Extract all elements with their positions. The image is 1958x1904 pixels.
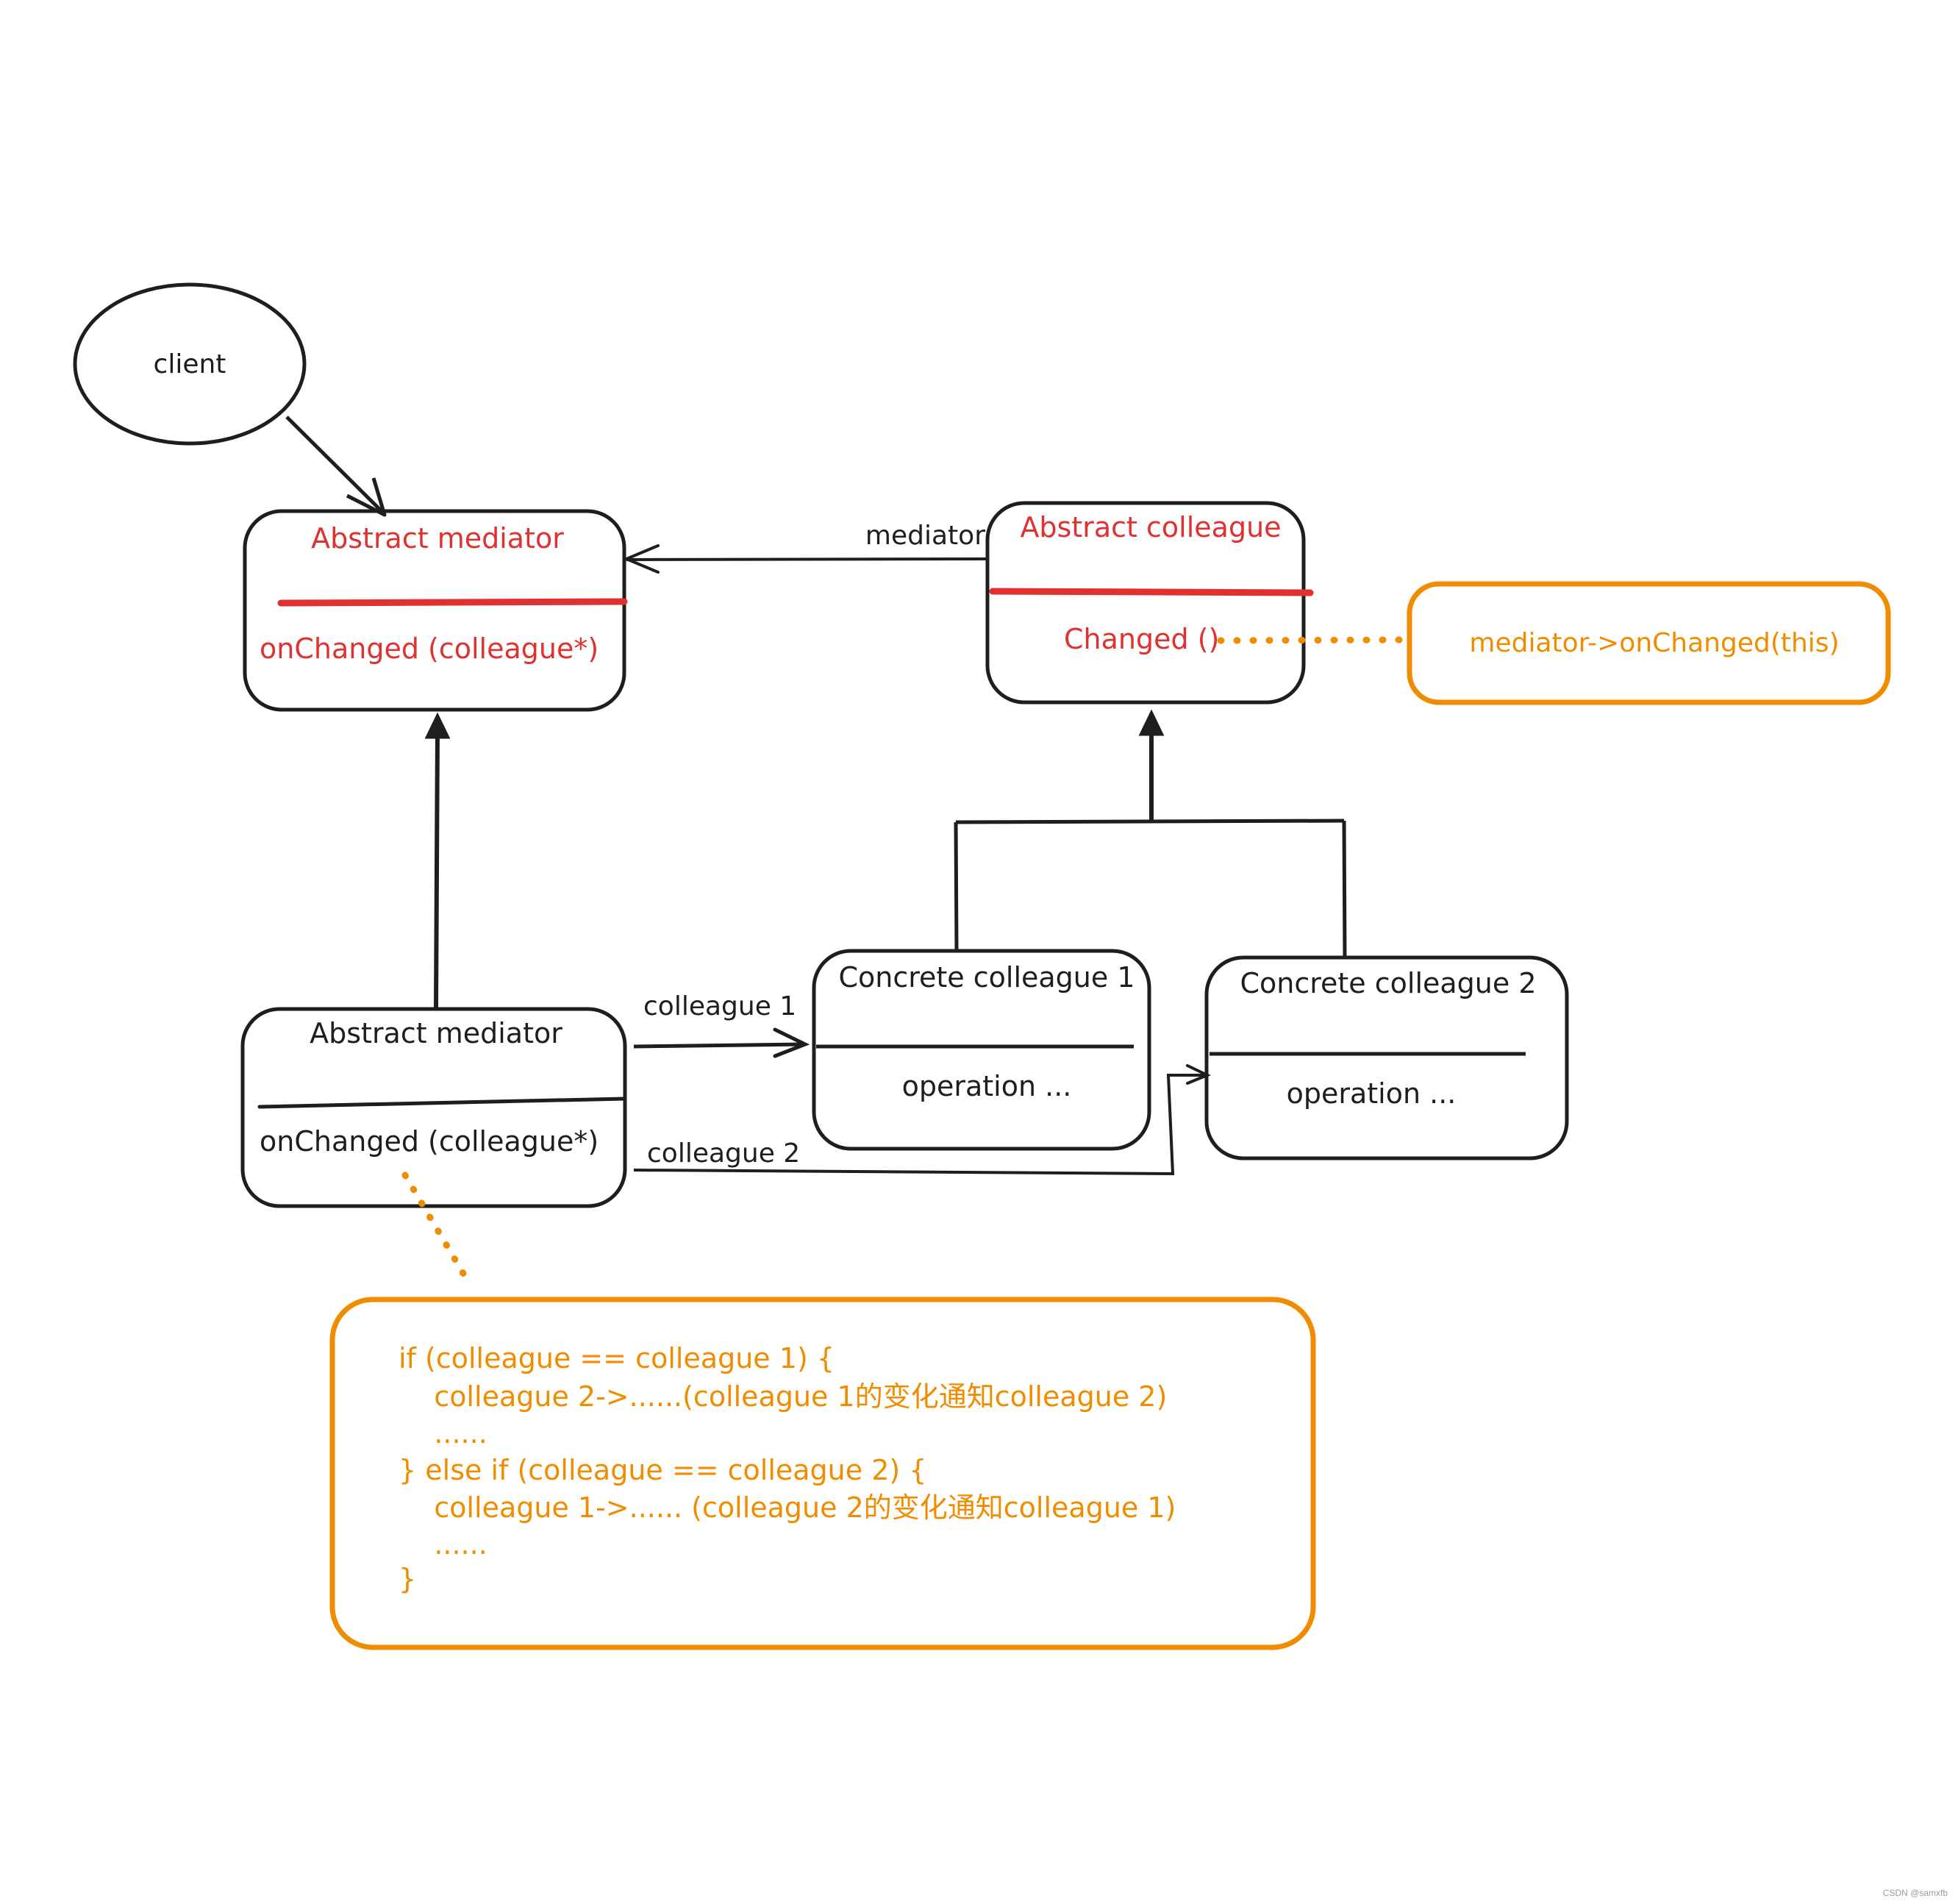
onchanged-implementation-note[interactable]: if (colleague == colleague 1) { colleagu… (329, 1297, 1316, 1650)
triangle-arrowhead-icon (424, 712, 451, 739)
watermark: CSDN @samxfb (1882, 1888, 1948, 1898)
abstract-mediator-class-bottom[interactable]: Abstract mediator onChanged (colleague*) (240, 1007, 627, 1208)
changed-note-connector (1217, 636, 1409, 644)
abstract-mediator-class-top[interactable]: Abstract mediator onChanged (colleague*) (243, 509, 628, 712)
class-divider (989, 588, 1314, 596)
association-label: colleague 1 (643, 991, 796, 1021)
class-divider (257, 1097, 627, 1109)
code-line: ...... (399, 1528, 487, 1561)
class-divider (277, 598, 628, 607)
class-title: Concrete colleague 1 (838, 961, 1135, 994)
code-line: colleague 1->...... (colleague 2的变化通知col… (399, 1491, 1176, 1524)
concrete-colleague-1-class[interactable]: Concrete colleague 1 operation ... (812, 949, 1151, 1151)
code-line: } (399, 1563, 416, 1595)
colleague-1-association-arrow: colleague 1 (633, 991, 810, 1058)
class-title: Abstract mediator (310, 1017, 562, 1049)
class-method: operation ... (902, 1070, 1072, 1102)
class-method: Changed () (1064, 623, 1219, 655)
changed-implementation-note[interactable]: mediator->onChanged(this) (1407, 581, 1891, 705)
association-label: colleague 2 (647, 1138, 800, 1169)
code-line: colleague 2->......(colleague 1的变化通知coll… (399, 1380, 1167, 1413)
class-method: onChanged (colleague*) (260, 1125, 599, 1158)
colleague-inheritance-arrow (954, 709, 1347, 958)
association-label: mediator (865, 521, 985, 551)
code-line: if (colleague == colleague 1) { (399, 1342, 835, 1374)
class-title: Concrete colleague 2 (1240, 967, 1536, 999)
onchanged-note-connector (401, 1172, 473, 1287)
triangle-arrowhead-icon (1138, 709, 1165, 736)
code-line: } else if (colleague == colleague 2) { (399, 1454, 926, 1486)
mediator-association-arrow: mediator (622, 521, 988, 574)
client-node[interactable]: client (73, 282, 307, 446)
class-title: Abstract mediator (311, 522, 564, 555)
class-title: Abstract colleague (1020, 511, 1281, 543)
code-line: ...... (399, 1417, 487, 1450)
abstract-colleague-class[interactable]: Abstract colleague Changed () (985, 501, 1314, 705)
mediator-pattern-diagram: client Abstract mediator onChanged (coll… (73, 282, 1891, 1650)
client-label: client (154, 349, 226, 379)
class-method: onChanged (colleague*) (260, 632, 599, 665)
note-text: mediator->onChanged(this) (1469, 628, 1839, 658)
concrete-colleague-2-class[interactable]: Concrete colleague 2 operation ... (1204, 955, 1569, 1160)
class-method: operation ... (1287, 1077, 1457, 1110)
mediator-inheritance-arrow (424, 712, 451, 1010)
client-to-mediator-arrow (285, 416, 387, 517)
